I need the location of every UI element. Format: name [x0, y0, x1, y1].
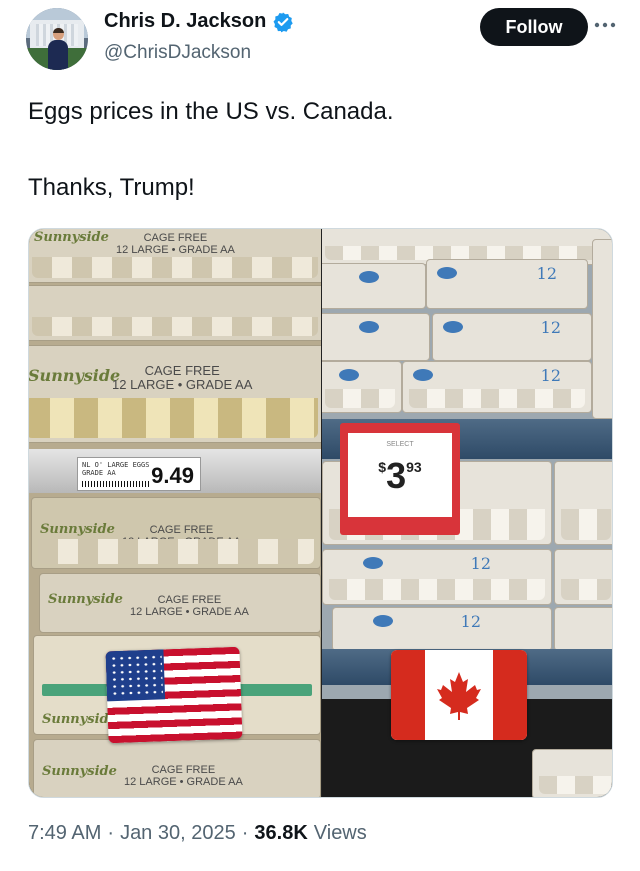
egg-carton: 12	[332, 607, 552, 651]
egg-carton	[592, 239, 612, 419]
us-flag-icon	[105, 646, 243, 744]
carton-brand: Sunnyside	[42, 712, 117, 727]
carton-brand: Sunnyside	[48, 592, 123, 607]
carton-brand: Sunnyside	[29, 366, 121, 385]
egg-carton: Sunnyside CAGE FREE12 LARGE • GRADE AA	[29, 345, 321, 443]
views-label: Views	[313, 822, 367, 844]
tweet-meta: 7:49 AM · Jan 30, 2025 · 36.8K Views	[28, 822, 367, 845]
egg-carton: Sunnyside CAGE FREE12 LARGE • GRADE AA	[29, 229, 321, 283]
us-price: 9.49	[151, 463, 194, 488]
egg-carton: Sunnyside CAGE FREE12 LARGE • GRADE AA	[33, 739, 321, 797]
egg-carton	[322, 263, 426, 309]
author-handle[interactable]: @ChrisDJackson	[104, 42, 251, 64]
tweet-header: Chris D. Jackson @ChrisDJackson Follow	[26, 6, 626, 72]
egg-carton: Sunnyside CAGE FREE12 LARGE • GRADE AA	[39, 573, 321, 633]
us-eggs-photo: Sunnyside CAGE FREE 12 LARGE • GRADE AA S…	[29, 229, 321, 797]
carton-label: CAGE FREE12 LARGE • GRADE AA	[112, 363, 253, 392]
egg-carton	[322, 361, 402, 413]
egg-carton	[29, 285, 321, 341]
carton-label: 12	[470, 554, 491, 573]
canada-price: $393	[378, 455, 422, 496]
carton-label: 12	[536, 264, 557, 283]
maple-leaf-icon	[437, 672, 481, 720]
egg-carton	[554, 461, 612, 545]
tweet-time[interactable]: 7:49 AM	[28, 822, 101, 845]
follow-button[interactable]: Follow	[480, 8, 588, 46]
meta-separator: ·	[107, 822, 115, 844]
canada-eggs-photo: 12 12 12 12 12 SELECT $393	[322, 229, 612, 797]
author-name-row: Chris D. Jackson	[104, 10, 294, 33]
avatar[interactable]	[26, 8, 88, 70]
carton-label: CAGE FREE12 LARGE • GRADE AA	[124, 764, 243, 788]
carton-label: 12	[540, 318, 561, 337]
carton-label: 12	[460, 612, 481, 631]
verified-badge-icon	[273, 12, 293, 32]
canada-price-sign: SELECT $393	[340, 423, 460, 535]
canada-flag-icon	[391, 650, 527, 740]
egg-carton	[532, 749, 612, 797]
tweet-date[interactable]: Jan 30, 2025	[120, 822, 236, 845]
tweet-text-line: Thanks, Trump!	[28, 174, 195, 201]
carton-brand: Sunnyside	[34, 230, 109, 245]
tweet-media-image[interactable]: Sunnyside CAGE FREE 12 LARGE • GRADE AA S…	[28, 228, 613, 798]
us-price-tag: NL O' LARGE EGGS GRADE AA 9.49	[77, 457, 201, 491]
egg-carton: 12	[402, 361, 592, 413]
barcode	[82, 481, 150, 487]
egg-carton	[554, 549, 612, 605]
views-count: 36.8K	[254, 822, 308, 844]
egg-carton: 12	[432, 313, 592, 361]
meta-separator: ·	[241, 822, 249, 844]
carton-label: CAGE FREE12 LARGE • GRADE AA	[130, 594, 249, 618]
egg-carton	[554, 607, 612, 651]
more-dots-icon[interactable]	[590, 12, 620, 38]
egg-carton: 12	[322, 549, 552, 605]
egg-carton	[322, 313, 430, 361]
carton-label: 12	[540, 366, 561, 385]
tweet-text-line: Eggs prices in the US vs. Canada.	[28, 98, 394, 125]
carton-brand: Sunnyside	[40, 522, 115, 537]
tweet-text: Eggs prices in the US vs. Canada. Thanks…	[28, 98, 618, 202]
egg-carton: 12	[426, 259, 588, 309]
carton-brand: Sunnyside	[42, 764, 117, 779]
carton-label: CAGE FREE12 LARGE • GRADE AA	[116, 232, 235, 256]
egg-carton: Sunnyside CAGE FREE12 LARGE • GRADE AA	[31, 497, 321, 569]
author-display-name[interactable]: Chris D. Jackson	[104, 10, 266, 33]
